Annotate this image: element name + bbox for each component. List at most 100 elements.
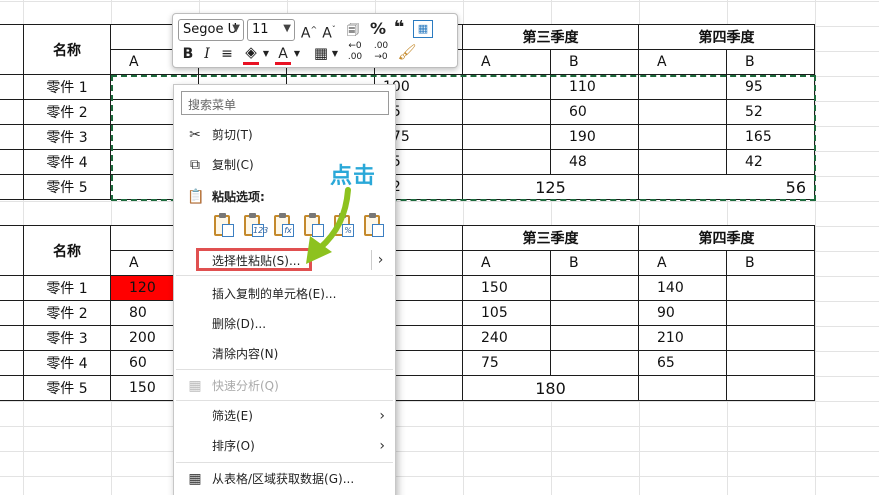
font-color-button[interactable]: A: [274, 44, 292, 64]
chevron-down-icon[interactable]: ▼: [330, 44, 340, 64]
data-cell[interactable]: [638, 74, 727, 100]
part-name-cell[interactable]: 零件 4: [23, 350, 111, 376]
part-name-cell[interactable]: 零件 5: [23, 174, 111, 200]
fill-color-icon[interactable]: ◈: [241, 42, 261, 62]
row-label-cell[interactable]: [0, 24, 24, 75]
menu-item-filter[interactable]: 筛选(E) ›: [174, 404, 395, 428]
data-cell[interactable]: [726, 325, 815, 351]
paste-formulas-icon[interactable]: fx: [271, 213, 295, 241]
part-name-cell[interactable]: 零件 2: [23, 300, 111, 326]
sub-header-cell[interactable]: B: [726, 250, 815, 276]
data-cell[interactable]: [726, 350, 815, 376]
data-cell[interactable]: 125: [462, 174, 639, 200]
paste-icon[interactable]: [211, 213, 235, 241]
menu-item-quick-analysis[interactable]: ▦ 快速分析(Q): [174, 374, 395, 398]
comma-style-button[interactable]: ❝: [392, 18, 406, 38]
data-cell[interactable]: 140: [638, 275, 727, 301]
italic-button[interactable]: I: [200, 44, 214, 64]
data-cell[interactable]: 150: [462, 275, 551, 301]
part-name-cell[interactable]: 零件 3: [23, 325, 111, 351]
data-cell[interactable]: 180: [462, 375, 639, 401]
shrink-font-icon[interactable]: Aˇ: [320, 20, 338, 42]
chevron-right-icon: ›: [379, 408, 385, 424]
table-icon: ▦: [188, 471, 202, 487]
data-cell[interactable]: [638, 149, 727, 175]
font-size-select[interactable]: 11 ▼: [247, 19, 295, 41]
table-row: 零件 4 45 48 42: [0, 149, 815, 175]
data-cell[interactable]: [638, 99, 727, 125]
paste-special-submenu-arrow[interactable]: ›: [371, 250, 389, 270]
format-painter-icon[interactable]: 🖌: [397, 42, 417, 62]
data-cell[interactable]: 210: [638, 325, 727, 351]
sub-header-cell[interactable]: B: [726, 49, 815, 75]
sub-header-cell[interactable]: B: [550, 49, 639, 75]
quarter-3-header[interactable]: 第三季度: [462, 24, 639, 50]
part-name-cell[interactable]: 零件 5: [23, 375, 111, 401]
data-cell[interactable]: 52: [726, 99, 815, 125]
menu-item-cut[interactable]: ✂ 剪切(T): [174, 123, 395, 147]
data-cell[interactable]: [462, 149, 551, 175]
data-cell[interactable]: 65: [638, 350, 727, 376]
data-cell[interactable]: 165: [726, 124, 815, 150]
data-cell[interactable]: 95: [726, 74, 815, 100]
data-cell[interactable]: [462, 99, 551, 125]
bold-button[interactable]: B: [180, 44, 196, 64]
sub-header-cell[interactable]: A: [462, 250, 551, 276]
name-header[interactable]: 名称: [23, 225, 111, 276]
data-cell[interactable]: [550, 275, 639, 301]
chevron-down-icon[interactable]: ▼: [261, 44, 271, 64]
part-name-cell[interactable]: 零件 1: [23, 275, 111, 301]
quarter-4-header[interactable]: 第四季度: [638, 24, 815, 50]
borders-icon[interactable]: ▦: [312, 43, 330, 63]
percent-style-button[interactable]: %: [369, 19, 387, 39]
data-cell[interactable]: [550, 350, 639, 376]
sub-header-cell[interactable]: A: [462, 49, 551, 75]
menu-item-sort[interactable]: 排序(O) ›: [174, 434, 395, 458]
data-cell[interactable]: [462, 124, 551, 150]
menu-item-delete[interactable]: 删除(D)...: [174, 312, 395, 336]
font-name-select[interactable]: Segoe U ▼: [178, 19, 244, 41]
data-cell[interactable]: 48: [550, 149, 639, 175]
row-label-cell[interactable]: [0, 225, 24, 276]
data-cell[interactable]: [462, 74, 551, 100]
format-painter-table-icon[interactable]: ▦: [413, 20, 433, 38]
data-cell[interactable]: 105: [462, 300, 551, 326]
data-cell[interactable]: 75: [462, 350, 551, 376]
data-cell[interactable]: [550, 300, 639, 326]
part-name-cell[interactable]: 零件 4: [23, 149, 111, 175]
data-cell[interactable]: [638, 124, 727, 150]
data-cell[interactable]: [638, 375, 727, 401]
menu-item-clear[interactable]: 清除内容(N): [174, 342, 395, 366]
sub-header-cell[interactable]: A: [638, 250, 727, 276]
paste-values-icon[interactable]: 123: [241, 213, 268, 241]
data-cell[interactable]: [726, 300, 815, 326]
quarter-4-header[interactable]: 第四季度: [638, 225, 815, 251]
decrease-decimal-icon[interactable]: .00 →0: [369, 41, 393, 62]
data-cell[interactable]: 110: [550, 74, 639, 100]
data-cell[interactable]: [550, 325, 639, 351]
chevron-down-icon[interactable]: ▼: [292, 44, 302, 64]
table-row: 零件 2 80 105 90: [0, 300, 815, 326]
part-name-cell[interactable]: 零件 2: [23, 99, 111, 125]
menu-item-get-data[interactable]: ▦ 从表格/区域获取数据(G)...: [174, 467, 395, 491]
data-cell[interactable]: 60: [550, 99, 639, 125]
menu-item-insert-copied[interactable]: 插入复制的单元格(E)...: [174, 282, 395, 306]
data-cell[interactable]: 42: [726, 149, 815, 175]
quarter-3-header[interactable]: 第三季度: [462, 225, 639, 251]
grow-font-icon[interactable]: A^: [300, 20, 318, 42]
data-cell[interactable]: [726, 275, 815, 301]
sub-header-cell[interactable]: A: [638, 49, 727, 75]
data-cell[interactable]: 240: [462, 325, 551, 351]
sub-header-cell[interactable]: B: [550, 250, 639, 276]
name-header[interactable]: 名称: [23, 24, 111, 75]
align-center-button[interactable]: ≡: [218, 44, 236, 64]
part-name-cell[interactable]: 零件 3: [23, 124, 111, 150]
data-cell[interactable]: 56: [638, 174, 815, 200]
data-cell[interactable]: 190: [550, 124, 639, 150]
menu-search-input[interactable]: 搜索菜单: [181, 91, 389, 115]
part-name-cell[interactable]: 零件 1: [23, 74, 111, 100]
data-cell[interactable]: 90: [638, 300, 727, 326]
data-cell[interactable]: [726, 375, 815, 401]
increase-decimal-icon[interactable]: ←0.00: [343, 41, 367, 62]
cell-style-icon[interactable]: 🗐: [342, 20, 364, 40]
